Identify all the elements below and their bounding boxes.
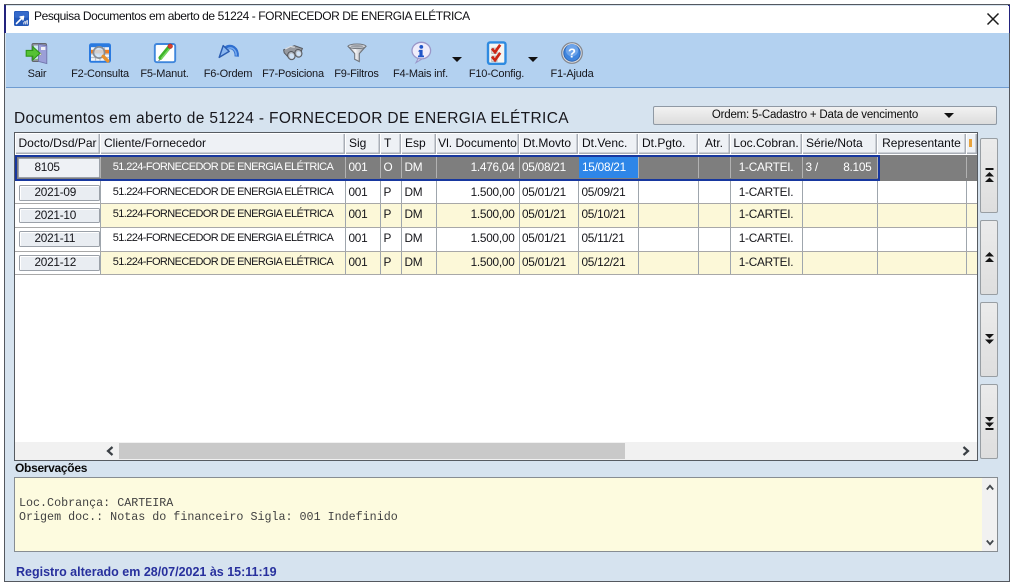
svg-text:?: ? <box>568 46 576 61</box>
